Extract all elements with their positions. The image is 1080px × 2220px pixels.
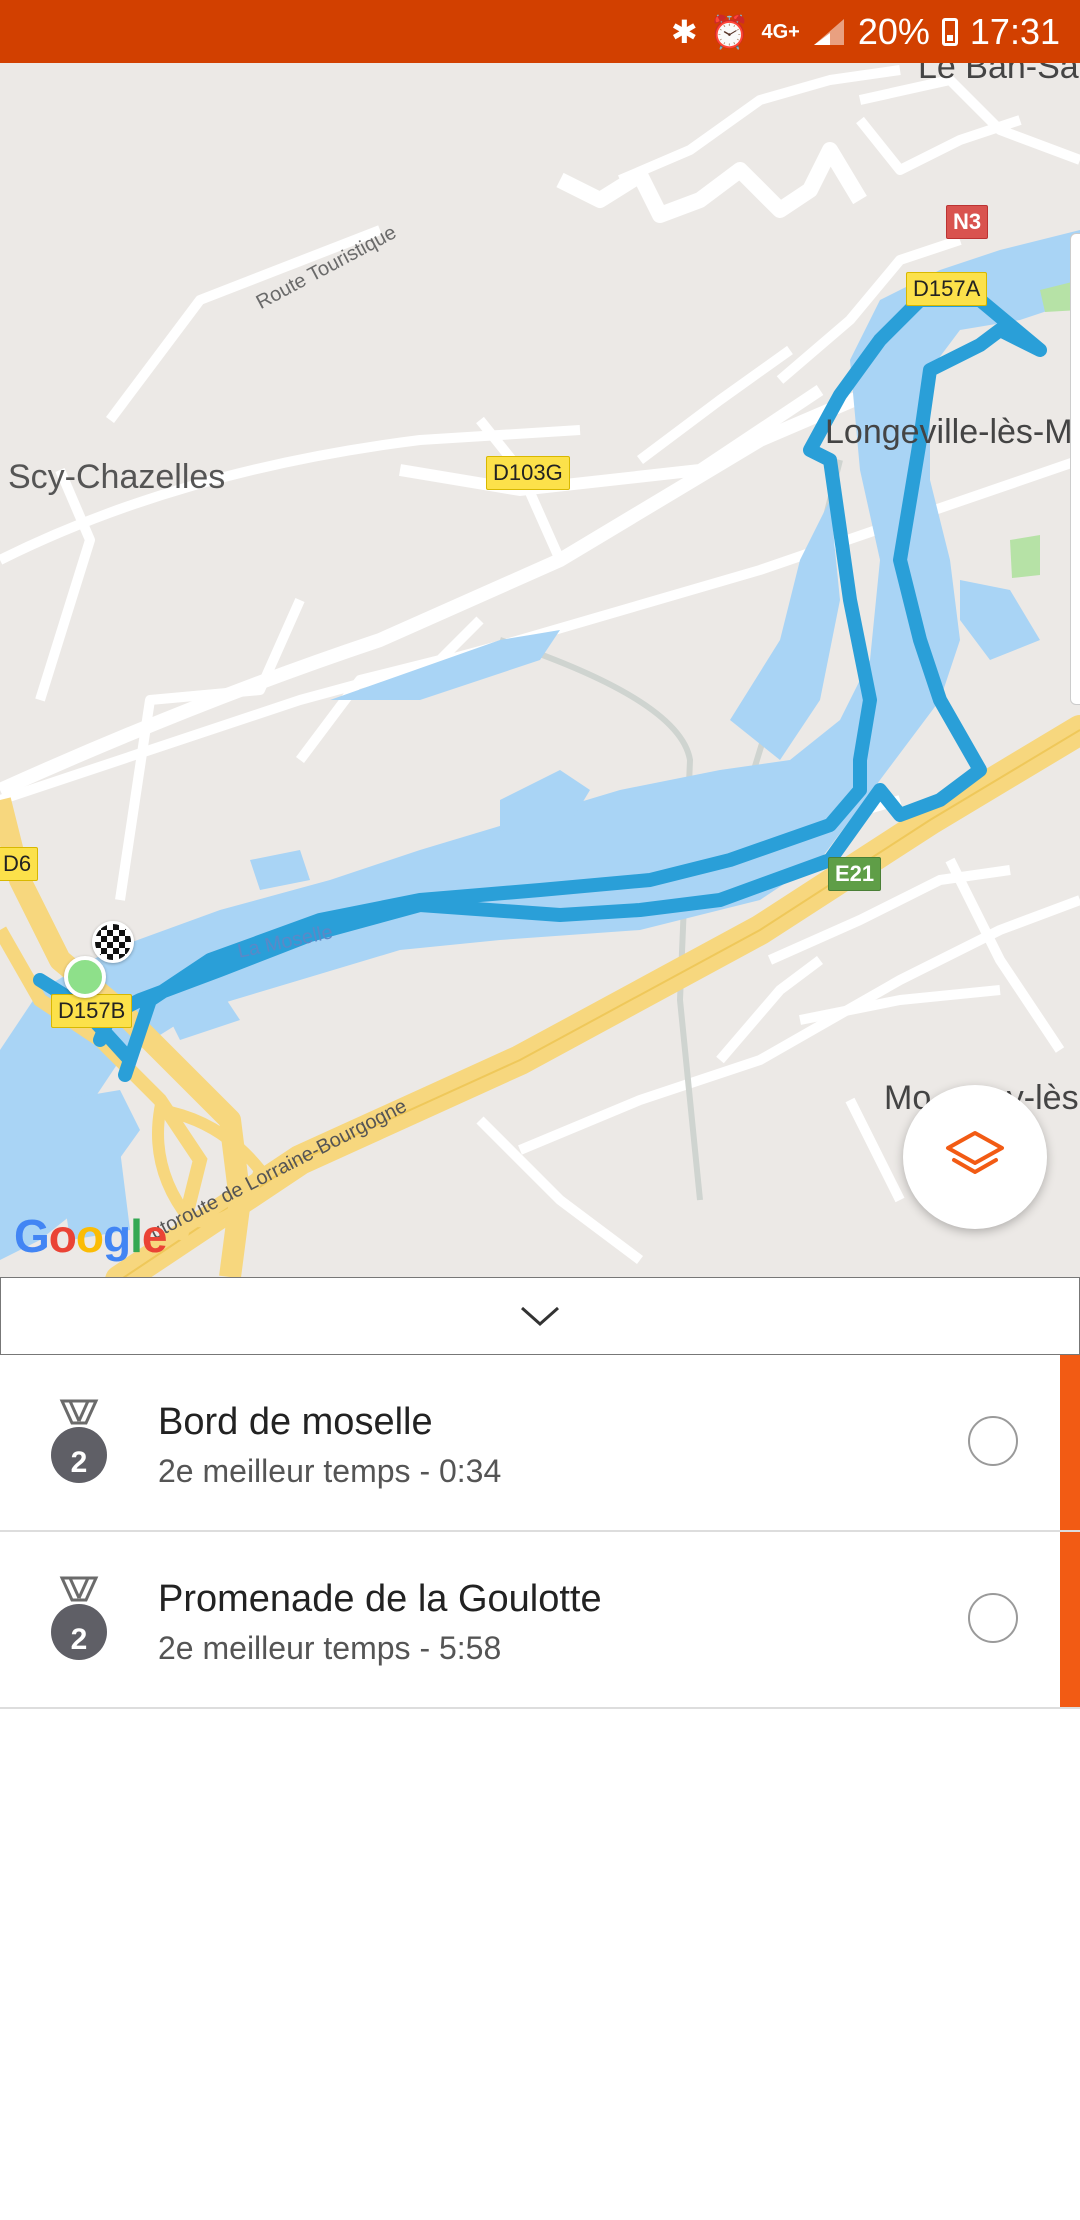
map-layers-button[interactable] xyxy=(903,1085,1047,1229)
layers-icon xyxy=(946,1131,1004,1174)
segment-row[interactable]: 2 Bord de moselle 2e meilleur temps - 0:… xyxy=(0,1355,1080,1532)
status-bar: ✱ ⏰ 4G+ 20% 17:31 xyxy=(0,0,1080,63)
place-label: Scy-Chazelles xyxy=(8,458,226,496)
segment-title: Bord de moselle xyxy=(158,1401,433,1443)
segment-accent-bar xyxy=(1060,1355,1080,1530)
medal-rank: 2 xyxy=(70,1446,88,1479)
segment-subtitle: 2e meilleur temps - 0:34 xyxy=(158,1453,502,1489)
road-shield-n3: N3 xyxy=(946,205,989,239)
road-shield-d6: D6 xyxy=(0,847,39,881)
battery-percent: 20% xyxy=(857,10,930,52)
collapse-panel-button[interactable] xyxy=(0,1277,1080,1355)
place-label: Le Ban-Sai xyxy=(918,63,1080,86)
map-view[interactable]: Le Ban-Sai Scy-Chazelles Longeville-lès-… xyxy=(0,63,1080,1277)
segment-title: Promenade de la Goulotte xyxy=(158,1578,602,1620)
segment-select-radio[interactable] xyxy=(968,1593,1018,1643)
road-shield-e21: E21 xyxy=(828,857,882,891)
segment-subtitle: 2e meilleur temps - 5:58 xyxy=(158,1630,502,1666)
road-shield-d103g: D103G xyxy=(486,456,570,490)
chevron-down-icon xyxy=(521,1306,559,1327)
battery-icon xyxy=(941,17,958,46)
signal-icon xyxy=(813,18,844,45)
place-label: Longeville-lès-Me xyxy=(825,413,1080,451)
start-marker[interactable] xyxy=(64,956,106,998)
finish-flag-icon[interactable] xyxy=(92,921,134,963)
bluetooth-icon: ✱ xyxy=(670,13,698,50)
road-shield-d157a: D157A xyxy=(906,272,988,306)
segment-accent-bar xyxy=(1060,1532,1080,1707)
road-shield-d157b: D157B xyxy=(51,994,133,1028)
segment-select-radio[interactable] xyxy=(968,1416,1018,1466)
network-type: 4G+ xyxy=(761,20,800,43)
side-panel-handle[interactable] xyxy=(1070,233,1080,705)
clock: 17:31 xyxy=(969,10,1060,52)
google-logo: Google xyxy=(14,1210,167,1262)
alarm-icon: ⏰ xyxy=(709,13,750,50)
medal-rank: 2 xyxy=(70,1623,88,1656)
segment-row[interactable]: 2 Promenade de la Goulotte 2e meilleur t… xyxy=(0,1532,1080,1709)
